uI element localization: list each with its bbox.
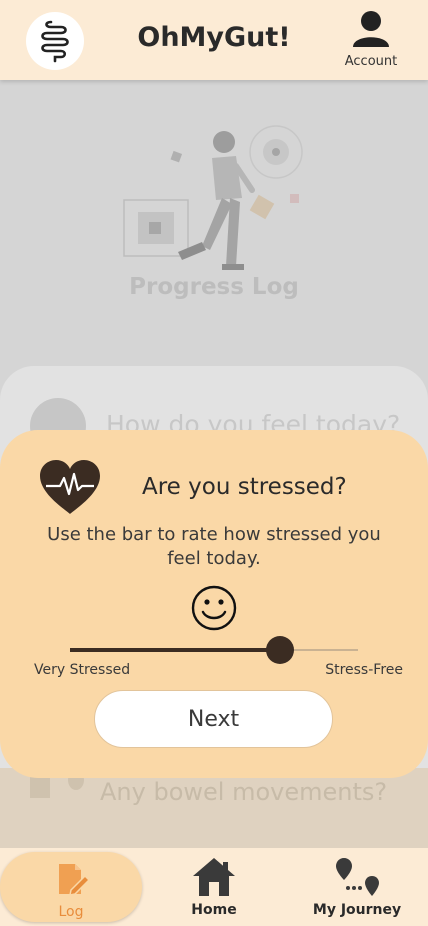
progress-log-title: Progress Log: [129, 274, 299, 300]
account-label: Account: [344, 54, 398, 69]
next-button[interactable]: Next: [94, 690, 333, 748]
slider-thumb[interactable]: [266, 636, 294, 664]
bowel-question: Any bowel movements?: [100, 778, 388, 806]
modal-subtitle: Use the bar to rate how stressed you fee…: [47, 524, 381, 569]
nav-home-label: Home: [191, 902, 237, 918]
nav-my-journey[interactable]: My Journey: [304, 848, 410, 926]
slider-right-label: Stress-Free: [325, 662, 403, 678]
nav-log-label: Log: [58, 904, 84, 920]
nav-my-journey-label: My Journey: [312, 902, 402, 918]
heart-pulse-icon: [40, 460, 100, 514]
modal-title: Are you stressed?: [142, 474, 347, 500]
slider-fill: [70, 648, 280, 652]
user-icon: [353, 11, 389, 47]
stress-modal: Are you stressed? Use the bar to rate ho…: [0, 430, 428, 778]
app-header: OhMyGut! Account: [0, 0, 428, 80]
nav-home[interactable]: Home: [172, 848, 256, 926]
journey-pins-icon: [336, 858, 379, 896]
log-edit-icon: [59, 864, 91, 896]
smiley-face-icon: [191, 585, 237, 631]
home-icon: [193, 858, 235, 896]
bottom-nav: Log Home My Journey: [0, 848, 428, 926]
stress-slider[interactable]: [70, 636, 358, 664]
account-button[interactable]: Account: [336, 10, 406, 69]
walking-person-illustration: [123, 125, 303, 270]
nav-log[interactable]: Log: [0, 852, 142, 922]
slider-left-label: Very Stressed: [34, 662, 131, 678]
bowel-question-row[interactable]: Any bowel movements?: [0, 768, 428, 848]
